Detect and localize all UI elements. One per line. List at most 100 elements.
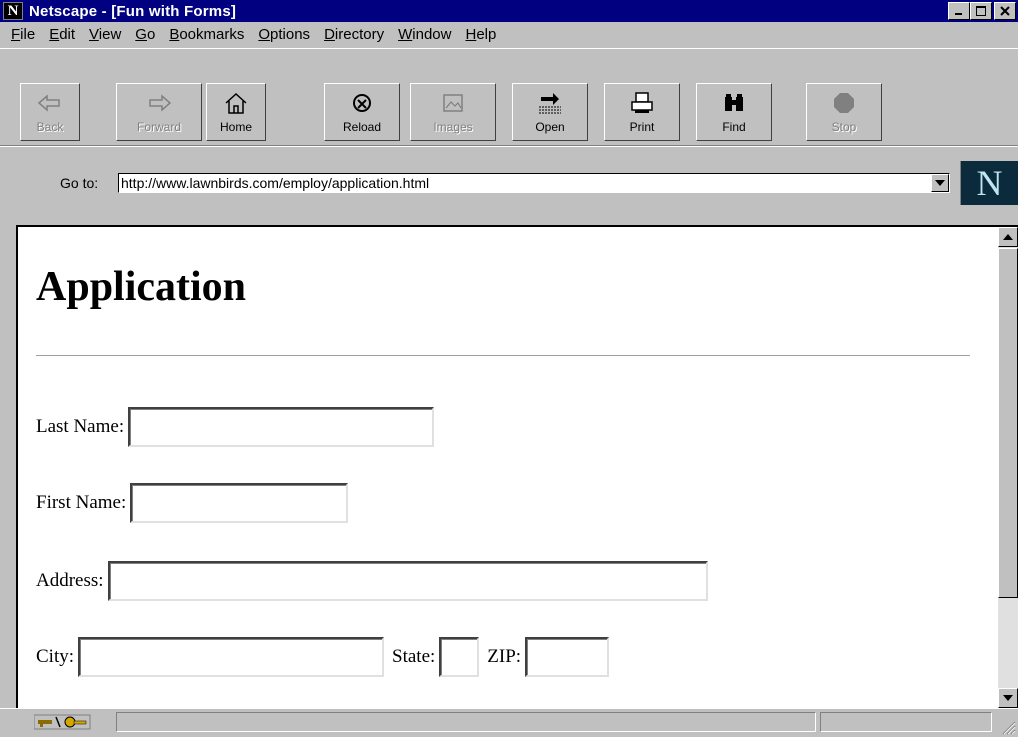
status-progress bbox=[820, 712, 992, 732]
menu-directory[interactable]: Directory bbox=[317, 26, 391, 43]
open-icon bbox=[537, 90, 563, 116]
print-button[interactable]: Print bbox=[604, 83, 680, 141]
close-icon bbox=[1000, 6, 1010, 16]
first-name-row: First Name: bbox=[36, 483, 349, 523]
status-bar bbox=[0, 708, 1018, 737]
menu-window[interactable]: Window bbox=[391, 26, 458, 43]
arrow-down-icon bbox=[1003, 695, 1013, 701]
print-label: Print bbox=[629, 120, 655, 134]
horizontal-rule bbox=[36, 355, 970, 357]
minimize-button[interactable] bbox=[948, 2, 970, 20]
menu-edit-rest: dit bbox=[59, 25, 76, 43]
window-title: Netscape - [Fun with Forms] bbox=[29, 2, 237, 20]
window-controls bbox=[948, 2, 1016, 20]
resize-grip-icon[interactable] bbox=[1000, 719, 1016, 735]
url-dropdown-button[interactable] bbox=[931, 174, 949, 192]
location-bar: Go to: http://www.lawnbirds.com/employ/a… bbox=[0, 146, 1018, 222]
vertical-scrollbar[interactable] bbox=[998, 227, 1018, 708]
content-frame: Application Last Name: First Name: Addre… bbox=[16, 225, 1018, 708]
menu-view-rest: iew bbox=[98, 25, 122, 43]
menu-options-accel: O bbox=[258, 25, 271, 43]
zip-input[interactable] bbox=[525, 637, 610, 677]
menu-options-rest: ptions bbox=[270, 25, 311, 43]
chevron-down-icon bbox=[935, 180, 945, 186]
reload-button[interactable]: Reload bbox=[324, 83, 400, 141]
netscape-app-icon[interactable]: N bbox=[3, 2, 23, 20]
menu-window-rest: indow bbox=[412, 25, 452, 43]
images-icon bbox=[440, 90, 466, 116]
stop-sign-icon bbox=[831, 90, 857, 116]
images-button[interactable]: Images bbox=[410, 83, 496, 141]
menu-directory-accel: D bbox=[324, 25, 335, 43]
find-label: Find bbox=[722, 120, 746, 134]
home-icon bbox=[223, 90, 249, 116]
goto-label: Go to: bbox=[60, 175, 99, 191]
web-page: Application Last Name: First Name: Addre… bbox=[18, 227, 998, 708]
open-label: Open bbox=[535, 120, 565, 134]
minimize-icon bbox=[955, 13, 962, 15]
menu-bookmarks[interactable]: Bookmarks bbox=[162, 26, 251, 43]
last-name-row: Last Name: bbox=[36, 407, 435, 447]
scroll-up-button[interactable] bbox=[998, 227, 1018, 247]
menu-window-accel: W bbox=[398, 25, 413, 43]
back-arrow-icon bbox=[37, 90, 63, 116]
open-button[interactable]: Open bbox=[512, 83, 588, 141]
images-label: Images bbox=[433, 120, 473, 134]
menu-bookmarks-accel: B bbox=[169, 25, 180, 43]
menu-go[interactable]: Go bbox=[128, 26, 162, 43]
title-bar: N Netscape - [Fun with Forms] bbox=[0, 0, 1018, 22]
home-button[interactable]: Home bbox=[206, 83, 266, 141]
city-input[interactable] bbox=[78, 637, 385, 677]
first-name-label: First Name: bbox=[36, 492, 127, 513]
menu-help-rest: elp bbox=[476, 25, 497, 43]
navigation-toolbar: Back Forward Home Reload Images Open Pri… bbox=[0, 48, 1018, 146]
menu-directory-rest: irectory bbox=[334, 25, 385, 43]
back-button[interactable]: Back bbox=[20, 83, 80, 141]
first-name-input[interactable] bbox=[130, 483, 349, 523]
menu-file[interactable]: File bbox=[4, 26, 42, 43]
find-button[interactable]: Find bbox=[696, 83, 772, 141]
status-message bbox=[116, 712, 816, 732]
reload-icon bbox=[349, 90, 375, 116]
menu-edit-accel: E bbox=[49, 25, 60, 43]
maximize-icon bbox=[976, 6, 986, 16]
address-label: Address: bbox=[36, 570, 104, 591]
reload-label: Reload bbox=[342, 120, 382, 134]
forward-button[interactable]: Forward bbox=[116, 83, 202, 141]
menu-file-accel: F bbox=[11, 25, 21, 43]
last-name-label: Last Name: bbox=[36, 416, 125, 437]
broken-key-icon bbox=[34, 714, 91, 730]
netscape-logo[interactable]: N bbox=[960, 161, 1018, 205]
forward-label: Forward bbox=[136, 120, 181, 134]
menu-bookmarks-rest: ookmarks bbox=[179, 25, 245, 43]
state-input[interactable] bbox=[439, 637, 480, 677]
home-label: Home bbox=[219, 120, 252, 134]
page-heading: Application bbox=[36, 264, 247, 310]
menu-options[interactable]: Options bbox=[251, 26, 317, 43]
menu-view[interactable]: View bbox=[82, 26, 128, 43]
address-row: Address: bbox=[36, 561, 708, 601]
zip-label: ZIP: bbox=[487, 646, 522, 667]
menu-help[interactable]: Help bbox=[458, 26, 503, 43]
url-text: http://www.lawnbirds.com/employ/applicat… bbox=[121, 175, 430, 191]
arrow-up-icon bbox=[1003, 234, 1013, 240]
scroll-down-button[interactable] bbox=[998, 688, 1018, 708]
maximize-button[interactable] bbox=[970, 2, 992, 20]
stop-button[interactable]: Stop bbox=[806, 83, 882, 141]
stop-label: Stop bbox=[831, 120, 857, 134]
state-label: State: bbox=[392, 646, 436, 667]
last-name-input[interactable] bbox=[128, 407, 435, 447]
scroll-thumb[interactable] bbox=[998, 248, 1018, 598]
close-button[interactable] bbox=[994, 2, 1016, 20]
url-input[interactable]: http://www.lawnbirds.com/employ/applicat… bbox=[118, 173, 950, 193]
menu-edit[interactable]: Edit bbox=[42, 26, 82, 43]
forward-arrow-icon bbox=[146, 90, 172, 116]
printer-icon bbox=[629, 90, 655, 116]
menu-bar: File Edit View Go Bookmarks Options Dire… bbox=[0, 22, 1018, 46]
address-input[interactable] bbox=[107, 561, 708, 601]
menu-file-rest: ile bbox=[20, 25, 36, 43]
menu-help-accel: H bbox=[465, 25, 477, 43]
menu-go-accel: G bbox=[135, 25, 147, 43]
city-label: City: bbox=[36, 646, 75, 667]
security-key-icon[interactable] bbox=[34, 713, 94, 731]
